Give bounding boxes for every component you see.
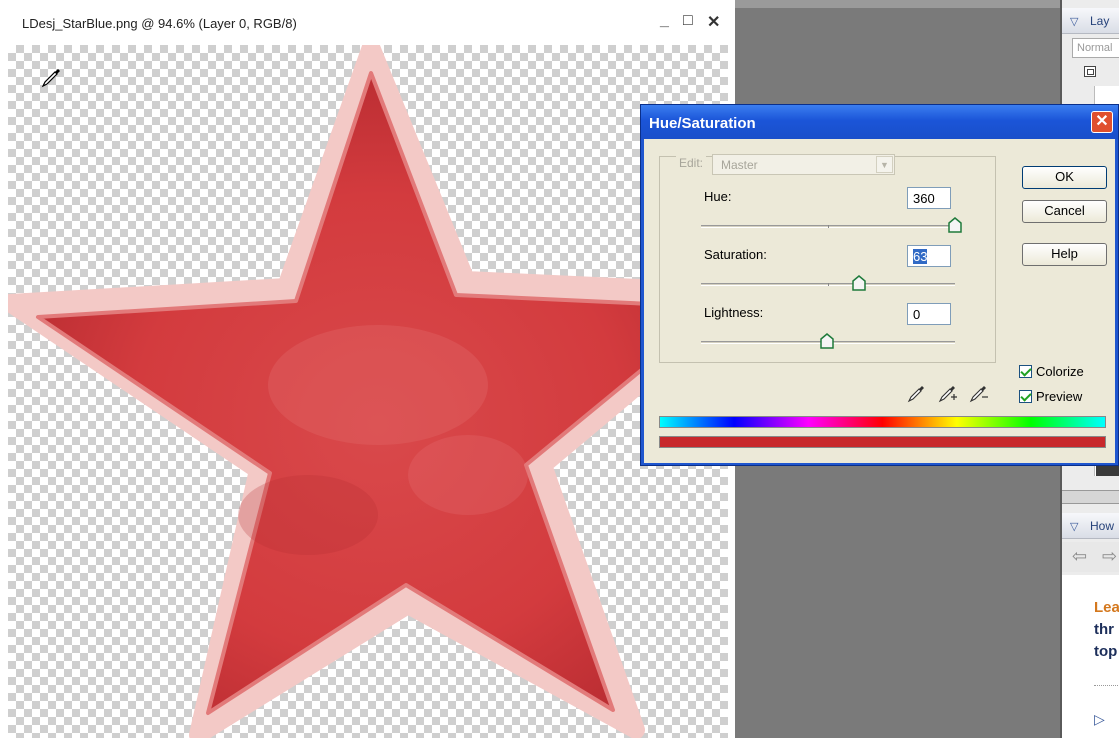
saturation-label: Saturation:: [704, 247, 767, 262]
dialog-titlebar[interactable]: Hue/Saturation ✕: [641, 105, 1118, 139]
chevron-down-icon[interactable]: ▼: [876, 156, 893, 173]
help-text-line: top: [1094, 643, 1118, 660]
lightness-value: 0: [913, 307, 921, 322]
eyedropper-minus-icon[interactable]: [968, 382, 990, 404]
lightness-input[interactable]: 0: [907, 303, 951, 325]
help-text-line: thr: [1094, 621, 1114, 638]
colorize-check[interactable]: [1019, 365, 1032, 378]
edit-channel-value: Master: [721, 158, 758, 172]
preview-label: Preview: [1036, 389, 1083, 404]
document-title: LDesj_StarBlue.png @ 94.6% (Layer 0, RGB…: [22, 16, 297, 31]
workspace-top-strip: [735, 0, 1060, 8]
preview-checkbox[interactable]: Preview: [1019, 389, 1082, 404]
how-to-palette-header[interactable]: ▽ How: [1062, 513, 1119, 539]
hue-label: Hue:: [704, 189, 732, 204]
help-button[interactable]: Help: [1022, 243, 1107, 266]
hue-slider-thumb[interactable]: [948, 217, 962, 233]
dotted-divider: [1094, 685, 1119, 686]
colorize-checkbox[interactable]: Colorize: [1019, 364, 1084, 379]
hue-value: 360: [913, 191, 935, 206]
layers-palette-title: Lay: [1090, 14, 1110, 28]
palette-divider: [1062, 490, 1119, 504]
document-titlebar[interactable]: LDesj_StarBlue.png @ 94.6% (Layer 0, RGB…: [0, 6, 735, 42]
edit-channel-select[interactable]: Master ▼: [712, 154, 895, 175]
how-to-palette-title: How: [1090, 519, 1115, 533]
star-texture: [408, 435, 528, 515]
eyedropper-icon[interactable]: [906, 382, 928, 404]
close-button[interactable]: ✕: [707, 12, 720, 32]
minimize-button[interactable]: _: [660, 12, 669, 30]
hue-saturation-dialog: Hue/Saturation ✕ Edit: Master ▼ Hue: 360…: [640, 104, 1119, 466]
slider-center-tick: [828, 283, 829, 286]
star-texture: [238, 475, 378, 555]
dialog-title: Hue/Saturation: [649, 115, 756, 132]
eyedropper-icon: [41, 69, 60, 88]
play-icon[interactable]: ▷: [1094, 711, 1105, 728]
document-window: LDesj_StarBlue.png @ 94.6% (Layer 0, RGB…: [0, 0, 735, 738]
help-text-line: Lea: [1094, 599, 1119, 616]
saturation-value: 63: [913, 249, 928, 264]
ok-button[interactable]: OK: [1022, 166, 1107, 189]
lock-icon[interactable]: [1084, 66, 1096, 77]
cancel-button[interactable]: Cancel: [1022, 200, 1107, 223]
image-canvas[interactable]: [8, 45, 728, 738]
back-arrow-icon[interactable]: ⇦: [1072, 546, 1087, 567]
saturation-input[interactable]: 63: [907, 245, 951, 267]
lightness-label: Lightness:: [704, 305, 764, 320]
help-content: Lea thr top ▷: [1062, 575, 1119, 738]
slider-center-tick: [828, 225, 829, 228]
star-image: [8, 45, 728, 738]
edit-label: Edit:: [676, 156, 707, 170]
lightness-slider-thumb[interactable]: [820, 333, 834, 349]
help-navigation: ⇦ ⇨: [1062, 542, 1119, 572]
layers-palette-header[interactable]: ▽ Lay: [1062, 8, 1119, 34]
maximize-button[interactable]: □: [683, 12, 693, 30]
colorize-label: Colorize: [1036, 364, 1084, 379]
hue-input[interactable]: 360: [907, 187, 951, 209]
output-spectrum-bar: [659, 436, 1106, 448]
collapse-triangle-icon[interactable]: ▽: [1070, 15, 1078, 28]
star-texture: [268, 325, 488, 445]
collapse-triangle-icon[interactable]: ▽: [1070, 520, 1078, 533]
eyedropper-plus-icon[interactable]: [937, 382, 959, 404]
dialog-body: Edit: Master ▼ Hue: 360 Saturation: 63 L…: [644, 139, 1115, 463]
blend-mode-select[interactable]: Normal: [1072, 38, 1119, 58]
dialog-close-button[interactable]: ✕: [1091, 111, 1113, 133]
forward-arrow-icon[interactable]: ⇨: [1102, 546, 1117, 567]
input-spectrum-bar: [659, 416, 1106, 428]
preview-check[interactable]: [1019, 390, 1032, 403]
saturation-slider-thumb[interactable]: [852, 275, 866, 291]
